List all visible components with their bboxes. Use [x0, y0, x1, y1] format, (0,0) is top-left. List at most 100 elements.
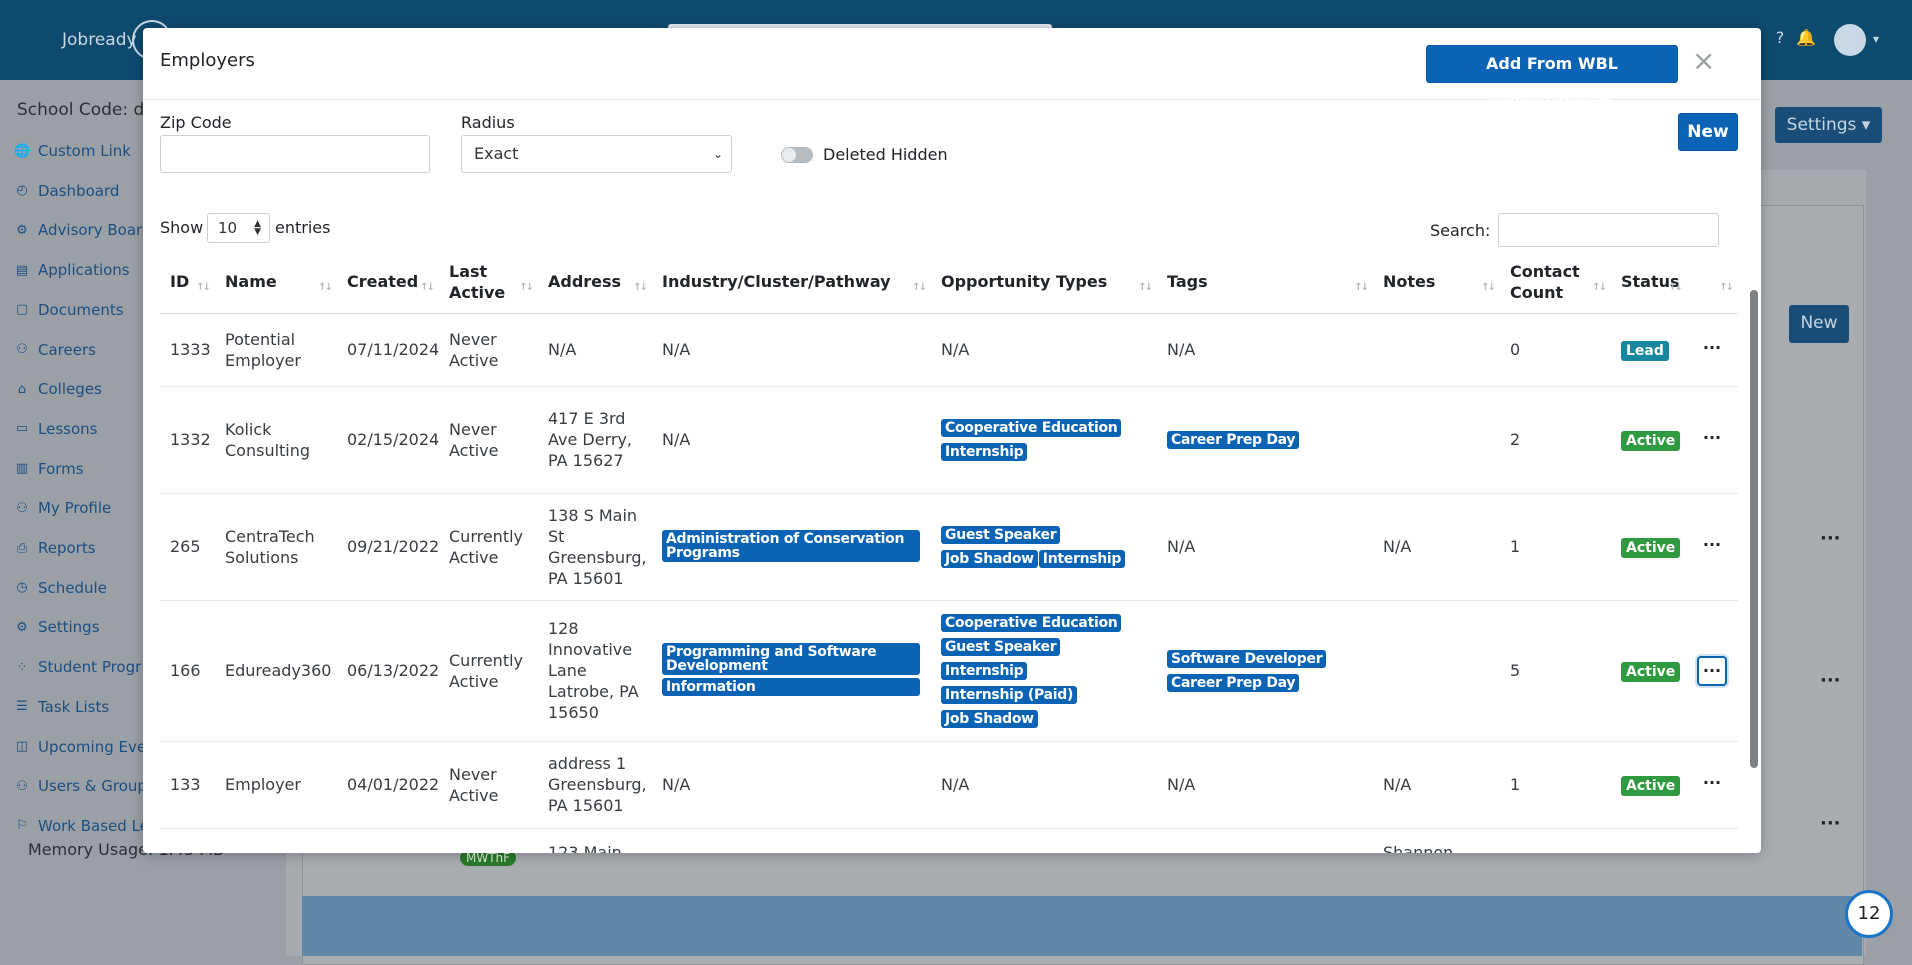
add-from-wbl-button[interactable]: Add From WBL Opportunities	[1426, 45, 1678, 109]
sort-icon[interactable]: ↑↓	[1481, 277, 1496, 298]
profile-icon: ⚇	[16, 500, 28, 516]
sidebar-item-label: Forms	[38, 459, 84, 478]
zip-code-input[interactable]	[160, 135, 430, 173]
tag-badge: Guest Speaker	[941, 637, 1061, 656]
table-row: 133 Employer 04/01/2022 Never Active address…	[160, 741, 1738, 829]
avatar[interactable]	[1834, 24, 1866, 56]
tag-badge: Cooperative Education	[941, 418, 1122, 437]
sort-icon[interactable]: ↑↓	[420, 277, 435, 298]
modal-header: Employers Add From WBL Opportunities ×	[143, 28, 1761, 109]
sidebar-item[interactable]: ⚙ Settings	[14, 615, 99, 639]
caret-down-icon: ▾	[1861, 115, 1871, 135]
column-header[interactable]: ID ↑↓	[160, 251, 215, 314]
sidebar-item-label: Dashboard	[38, 181, 120, 200]
column-header[interactable]: Contact Count ↑↓	[1500, 251, 1611, 314]
sidebar-item[interactable]: 🌐 Custom Link	[14, 139, 131, 163]
sort-icon[interactable]: ↑↓	[1668, 277, 1683, 298]
close-icon[interactable]: ×	[1692, 44, 1715, 77]
more-actions-icon[interactable]: ···	[1697, 335, 1727, 365]
chevron-down-icon: ⌄	[712, 147, 723, 161]
entries-select[interactable]: 10 ▲ ▼	[207, 213, 270, 243]
search-input[interactable]	[1498, 213, 1719, 247]
brand-logo[interactable]: Jobready	[62, 30, 137, 50]
more-actions-icon[interactable]: ···	[1697, 532, 1727, 562]
bg-more-icon[interactable]: ···	[1820, 670, 1841, 691]
more-actions-icon[interactable]: ···	[1697, 655, 1727, 686]
bg-more-icon[interactable]: ···	[1820, 528, 1841, 549]
sidebar-item[interactable]: ⁘ Student Progr	[14, 655, 142, 679]
help-icon[interactable]: ?	[1770, 28, 1790, 48]
actions-cell: ···	[1687, 741, 1738, 829]
sidebar-item[interactable]: ⚐ Work Based Le	[14, 814, 149, 838]
tag-badge: Job Shadow	[941, 549, 1038, 568]
sort-icon[interactable]: ↑↓	[196, 277, 211, 298]
column-header[interactable]: Status ↑↓	[1611, 251, 1687, 314]
name-cell: Demo	[215, 828, 337, 853]
tags-cell: N/A	[1157, 741, 1373, 829]
sidebar-item[interactable]: ⚇ My Profile	[14, 496, 111, 520]
entries-value: 10	[218, 219, 238, 237]
last-active-cell: Currently Active	[439, 600, 538, 742]
sidebar-item[interactable]: ⚇ Users & Group	[14, 774, 147, 798]
advisory-icon: ⚙	[16, 222, 28, 238]
column-header[interactable]: Last Active ↑↓	[439, 251, 538, 314]
industry-cell: Programming and Software Development Info…	[652, 600, 931, 742]
more-actions-icon[interactable]: ···	[1697, 425, 1727, 455]
status-cell: Active	[1611, 741, 1687, 829]
sidebar-item-label: Careers	[38, 340, 96, 359]
industry-cell: Agriculture, Food and Natural	[652, 828, 931, 853]
sort-icon[interactable]: ↑↓	[1138, 277, 1153, 298]
column-header[interactable]: Tags ↑↓	[1157, 251, 1373, 314]
sort-icon[interactable]: ↑↓	[519, 277, 534, 298]
sidebar-item[interactable]: ▭ Lessons	[14, 417, 98, 441]
more-actions-icon[interactable]: ···	[1697, 770, 1727, 800]
industry-cell: N/A	[652, 313, 931, 387]
column-header[interactable]: Opportunity Types ↑↓	[931, 251, 1157, 314]
column-header[interactable]: Industry/Cluster/Pathway ↑↓	[652, 251, 931, 314]
deleted-hidden-toggle[interactable]	[781, 147, 813, 163]
column-header[interactable]: Name ↑↓	[215, 251, 337, 314]
column-header[interactable]: Address ↑↓	[538, 251, 652, 314]
status-badge: Active	[1621, 430, 1681, 451]
column-header[interactable]: Created ↑↓	[337, 251, 439, 314]
sort-icon[interactable]: ↑↓	[633, 277, 648, 298]
sort-icon[interactable]: ↑↓	[1354, 277, 1369, 298]
sort-icon[interactable]: ↑↓	[1719, 277, 1734, 298]
status-badge: Active	[1621, 537, 1681, 558]
id-cell	[160, 828, 215, 853]
sidebar-item[interactable]: ⚙ Advisory Boar	[14, 218, 142, 242]
sort-icon[interactable]: ↑↓	[1592, 277, 1607, 298]
bg-settings-button[interactable]: Settings ▾	[1775, 107, 1882, 143]
sort-icon[interactable]: ↑↓	[912, 277, 927, 298]
bell-icon[interactable]: 🔔	[1796, 28, 1816, 48]
bg-new-button-2[interactable]: New	[1789, 305, 1849, 343]
chevron-down-icon[interactable]: ▾	[1873, 32, 1879, 46]
column-header[interactable]: Notes ↑↓	[1373, 251, 1500, 314]
events-icon: ◫	[15, 739, 29, 754]
column-header-label: ID	[170, 272, 190, 292]
sidebar-item[interactable]: ▥ Forms	[14, 457, 84, 481]
address-cell: 138 S Main St Greensburg, PA 15601	[538, 493, 652, 601]
sidebar-item[interactable]: ◴ Dashboard	[14, 179, 119, 203]
notification-count-badge[interactable]: 12	[1845, 890, 1893, 938]
sidebar-item[interactable]: ▢ Documents	[14, 298, 124, 322]
sidebar-item[interactable]: ◷ Schedule	[14, 576, 107, 600]
sidebar-item[interactable]: ⌂ Colleges	[14, 377, 102, 401]
notes-cell: Shannon spoke with	[1373, 828, 1500, 853]
sidebar-item[interactable]: ⚇ Careers	[14, 338, 96, 362]
radius-select[interactable]: Exact ⌄	[461, 135, 732, 173]
new-employer-button[interactable]: New	[1678, 113, 1738, 151]
industry-cell: N/A	[652, 741, 931, 829]
bg-more-icon[interactable]: ···	[1820, 813, 1841, 834]
sidebar-item[interactable]: ☰ Task Lists	[14, 695, 109, 719]
notes-cell	[1373, 600, 1500, 742]
sidebar-item[interactable]: ◫ Upcoming Eve	[14, 735, 146, 759]
sidebar-item[interactable]: ⎙ Reports	[14, 536, 96, 560]
sort-icon[interactable]: ↑↓	[318, 277, 333, 298]
sidebar-item-label: Work Based Le	[38, 816, 149, 835]
modal-scrollbar[interactable]	[1750, 290, 1758, 768]
address-cell: 417 E 3rd Ave Derry, PA 15627	[538, 386, 652, 494]
column-header[interactable]: ↑↓	[1687, 251, 1738, 314]
careers-icon: ⚇	[16, 342, 28, 357]
sidebar-item[interactable]: ▤ Applications	[14, 258, 130, 282]
